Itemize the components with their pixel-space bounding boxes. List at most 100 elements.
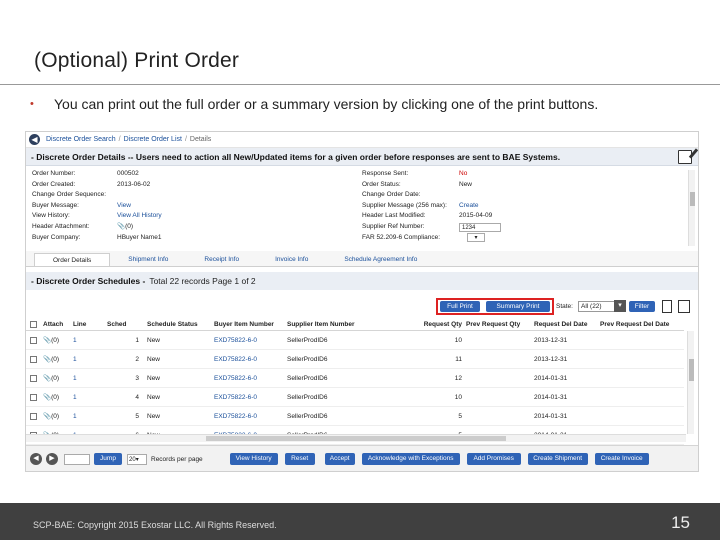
table-row[interactable]: 📎(0) 1 4 New EXD75822-6-0 SellerProdID6 10 2014…: [26, 388, 684, 407]
page-number-input[interactable]: [64, 453, 90, 465]
attachment-link[interactable]: 📎(0): [117, 222, 133, 233]
buyer-message-link[interactable]: View: [117, 201, 131, 212]
col-schedule-status[interactable]: Schedule Status: [147, 321, 214, 328]
row-checkbox[interactable]: [30, 393, 37, 401]
edit-icon[interactable]: [678, 300, 690, 313]
far-compliance-select[interactable]: ▾: [467, 233, 485, 243]
details-right-column: Response Sent: No Order Status: New Change…: [362, 169, 501, 243]
cell-attach-text: (0): [51, 375, 60, 382]
records-per-page-select[interactable]: 20▾: [127, 453, 147, 465]
cell-request-qty: 12: [411, 375, 466, 382]
cell-request-qty-text: 10: [454, 336, 462, 344]
breadcrumb-item-search[interactable]: Discrete Order Search: [46, 136, 116, 143]
cell-attach[interactable]: 📎(0): [43, 374, 73, 382]
cell-attach[interactable]: 📎(0): [43, 412, 73, 420]
horizontal-scroll-thumb[interactable]: [206, 436, 506, 441]
col-sched[interactable]: Sched: [107, 321, 147, 328]
row-checkbox[interactable]: [30, 336, 37, 344]
next-page-icon[interactable]: ▶: [46, 453, 58, 465]
cell-status: New: [147, 394, 214, 401]
jump-button[interactable]: Jump: [94, 453, 122, 465]
cell-line[interactable]: 1: [73, 375, 107, 382]
col-request-qty[interactable]: Request Qty: [411, 321, 466, 328]
table-row[interactable]: 📎(0) 1 3 New EXD75822-6-0 SellerProdID6 12 2014…: [26, 369, 684, 388]
paperclip-icon: 📎: [43, 356, 52, 363]
table-scroll-thumb[interactable]: [689, 359, 694, 381]
edit-icon[interactable]: [678, 150, 692, 164]
cell-buyer-item[interactable]: EXD75822-6-0: [214, 356, 287, 363]
cell-attach[interactable]: 📎(0): [43, 393, 73, 401]
filter-button[interactable]: Filter: [629, 301, 655, 312]
cell-attach[interactable]: 📎(0): [43, 355, 73, 363]
cell-line[interactable]: 1: [73, 337, 107, 344]
acknowledge-with-exceptions-button[interactable]: Acknowledge with Exceptions: [361, 453, 460, 465]
cell-supplier-item-text: SellerProdID6: [287, 412, 328, 420]
create-invoice-button[interactable]: Create Invoice: [594, 453, 649, 465]
cell-line[interactable]: 1: [73, 356, 107, 363]
back-arrow-icon[interactable]: ◀: [29, 134, 40, 145]
cell-buyer-item[interactable]: EXD75822-6-0: [214, 375, 287, 382]
cell-request-del-date: 2013-12-31: [534, 356, 600, 363]
bullet-text: You can print out the full order or a su…: [54, 96, 599, 112]
cell-buyer-item[interactable]: EXD75822-6-0: [214, 394, 287, 401]
supplier-ref-input[interactable]: 1234: [459, 222, 501, 232]
tab-schedule-agreement-info[interactable]: Schedule Agreement Info: [326, 253, 435, 266]
col-prev-request-qty[interactable]: Prev Request Qty: [466, 321, 534, 328]
details-scrollbar[interactable]: [688, 170, 695, 246]
accept-button[interactable]: Accept: [324, 453, 355, 465]
table-row[interactable]: 📎(0) 1 5 New EXD75822-6-0 SellerProdID6 5 2014-…: [26, 407, 684, 426]
cell-request-qty: 11: [411, 356, 466, 363]
col-buyer-item-number[interactable]: Buyer Item Number: [214, 321, 287, 328]
bullet-point: • You can print out the full order or a …: [30, 96, 598, 112]
table-scrollbar[interactable]: [687, 331, 694, 434]
col-line[interactable]: Line: [73, 321, 107, 328]
records-summary: Total 22 records Page 1 of 2: [149, 276, 256, 286]
cell-attach-text: (0): [51, 356, 60, 363]
breadcrumb-item-list[interactable]: Discrete Order List: [124, 136, 182, 143]
col-prev-request-del-date[interactable]: Prev Request Del Date: [600, 321, 680, 328]
create-message-link[interactable]: Create: [459, 201, 479, 212]
create-shipment-button[interactable]: Create Shipment: [527, 453, 588, 465]
col-attach[interactable]: Attach: [43, 321, 73, 328]
col-request-del-date[interactable]: Request Del Date: [534, 321, 600, 328]
full-print-button[interactable]: Full Print: [440, 301, 480, 312]
document-icon[interactable]: [662, 300, 672, 313]
summary-print-button[interactable]: Summary Print: [486, 301, 550, 312]
cell-buyer-item[interactable]: EXD75822-6-0: [214, 413, 287, 420]
cell-buyer-item-text: EXD75822-6-0: [214, 355, 257, 363]
row-checkbox[interactable]: [30, 412, 37, 420]
table-row[interactable]: 📎(0) 1 2 New EXD75822-6-0 SellerProdID6 11 2013…: [26, 350, 684, 369]
chevron-down-icon[interactable]: ▾: [614, 300, 626, 312]
cell-attach-text: (0): [51, 413, 60, 420]
select-all-checkbox[interactable]: [30, 320, 37, 328]
tab-receipt-info[interactable]: Receipt Info: [186, 253, 257, 266]
tab-order-details[interactable]: Order Details: [34, 253, 111, 266]
breadcrumb: ◀ Discrete Order Search / Discrete Order…: [26, 132, 698, 148]
field-header-attachment: Header Attachment: 📎(0): [32, 222, 162, 233]
cell-line[interactable]: 1: [73, 413, 107, 420]
cell-attach[interactable]: 📎(0): [43, 336, 73, 344]
reset-button[interactable]: Reset: [284, 453, 315, 465]
cell-request-del-date-text: 2014-01-31: [534, 412, 568, 420]
details-scroll-thumb[interactable]: [690, 192, 695, 206]
cell-status: New: [147, 375, 214, 382]
table-horizontal-scrollbar[interactable]: [26, 434, 686, 442]
view-history-button[interactable]: View History: [229, 453, 278, 465]
table-row[interactable]: 📎(0) 1 1 New EXD75822-6-0 SellerProdID6 10 2013…: [26, 331, 684, 350]
col-supplier-item-number[interactable]: Supplier Item Number: [287, 321, 411, 328]
row-checkbox[interactable]: [30, 374, 37, 382]
tab-invoice-info[interactable]: Invoice Info: [257, 253, 326, 266]
previous-page-icon[interactable]: ◀: [30, 453, 42, 465]
view-all-history-link[interactable]: View All History: [117, 211, 162, 222]
tab-shipment-info[interactable]: Shipment Info: [110, 253, 186, 266]
cell-line-text: 1: [73, 355, 77, 363]
add-promises-button[interactable]: Add Promises: [466, 453, 521, 465]
field-order-status: Order Status: New: [362, 180, 473, 188]
cell-line-text: 1: [73, 336, 77, 344]
cell-supplier-item: SellerProdID6: [287, 337, 411, 344]
cell-line[interactable]: 1: [73, 394, 107, 401]
title-divider: [0, 84, 720, 85]
cell-buyer-item[interactable]: EXD75822-6-0: [214, 337, 287, 344]
cell-request-qty-text: 10: [454, 393, 462, 401]
row-checkbox[interactable]: [30, 355, 37, 363]
